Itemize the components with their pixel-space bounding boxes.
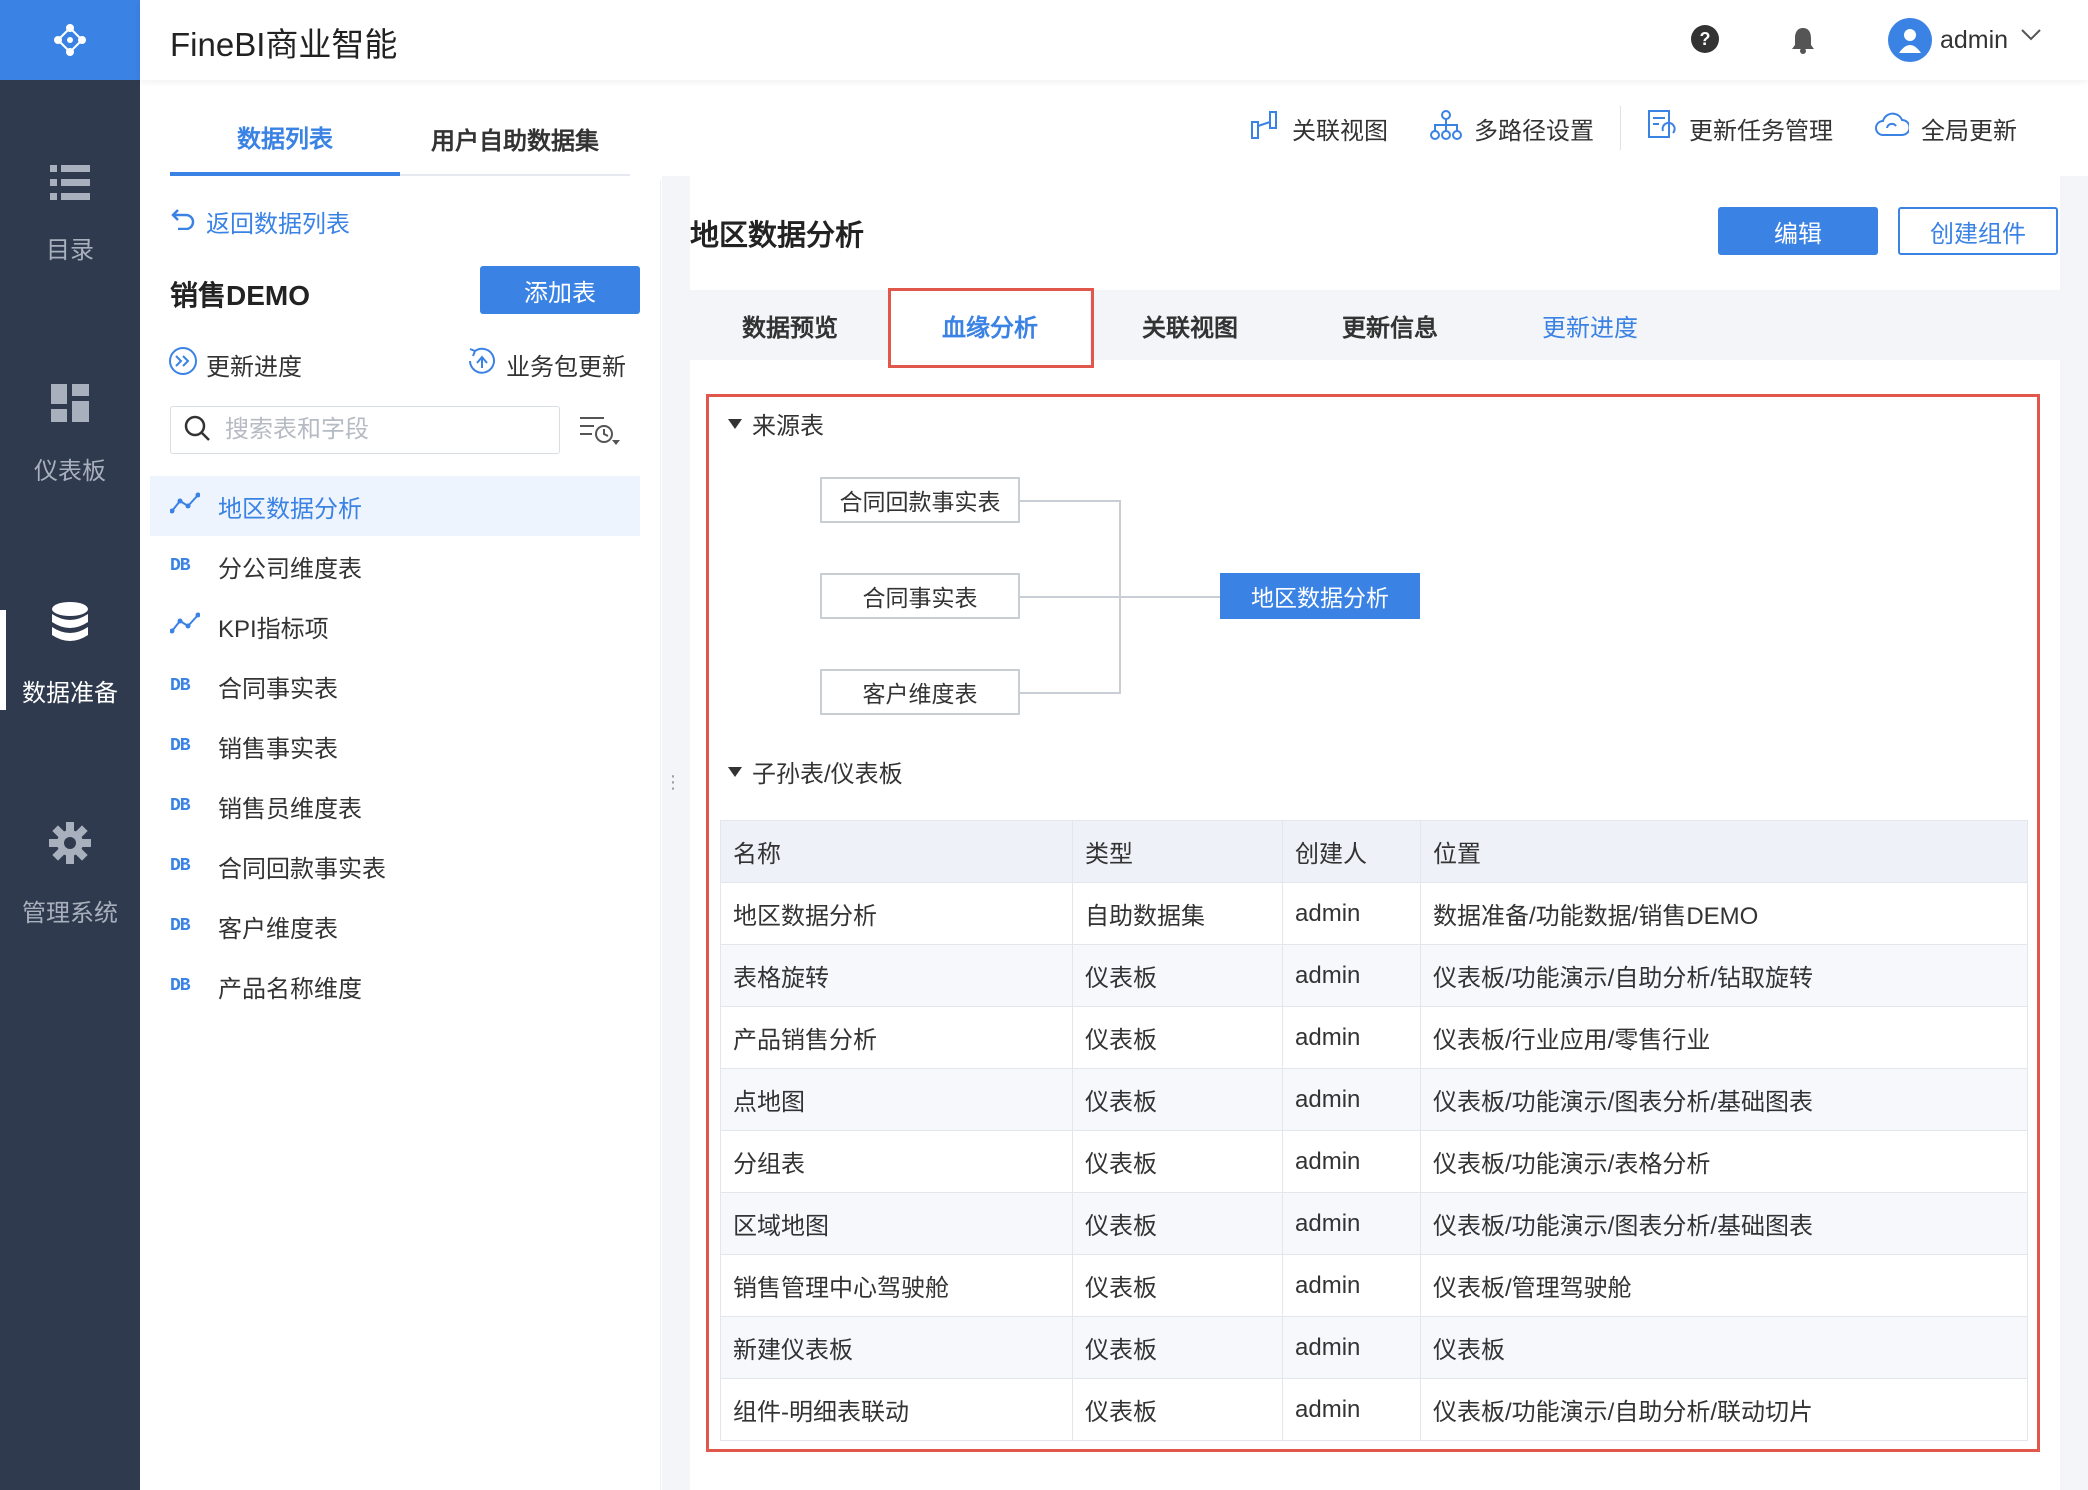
- add-table-button[interactable]: 添加表: [480, 266, 640, 314]
- table-list-label: 产品名称维度: [218, 975, 362, 1003]
- db-table-icon: DB: [170, 916, 191, 936]
- tab-data-list[interactable]: 数据列表: [170, 100, 400, 176]
- table-list-item[interactable]: DB 客户维度表: [150, 896, 640, 956]
- top-actions: 关联视图 多路径设置 更新任务管理 全局更新: [1250, 106, 2059, 150]
- table-list-item[interactable]: DB 产品名称维度: [150, 956, 640, 1016]
- package-update-link[interactable]: 业务包更新: [466, 346, 626, 383]
- search-input[interactable]: [225, 416, 545, 444]
- tab-update-info[interactable]: 更新信息: [1290, 290, 1490, 360]
- page-title: 地区数据分析: [690, 220, 865, 252]
- multi-path-label: 多路径设置: [1474, 117, 1594, 145]
- table-list-label: 销售事实表: [218, 735, 338, 763]
- table-list-item[interactable]: DB 分公司维度表: [150, 536, 640, 596]
- update-task-button[interactable]: 更新任务管理: [1647, 109, 1833, 148]
- update-progress-label: 更新进度: [206, 354, 302, 381]
- db-table-icon: DB: [170, 676, 191, 696]
- search-field[interactable]: [170, 406, 560, 454]
- update-task-label: 更新任务管理: [1689, 117, 1833, 145]
- db-table-icon: DB: [170, 556, 191, 576]
- back-link[interactable]: 返回数据列表: [170, 204, 350, 239]
- table-list-item[interactable]: DB 销售事实表: [150, 716, 640, 776]
- cloud-refresh-icon: [1875, 111, 1911, 146]
- nav-item-label: 目录: [46, 237, 94, 264]
- help-icon[interactable]: ?: [1690, 24, 1720, 59]
- list-icon: [50, 165, 90, 208]
- tab-update-progress[interactable]: 更新进度: [1490, 290, 1690, 360]
- package-title: 销售DEMO: [170, 280, 311, 311]
- db-table-icon: DB: [170, 976, 191, 996]
- tab-relation-view[interactable]: 关联视图: [1090, 290, 1290, 360]
- filter-history-icon[interactable]: [578, 414, 622, 453]
- table-list-item[interactable]: DB 销售员维度表: [150, 776, 640, 836]
- gear-icon: [49, 822, 91, 871]
- db-table-icon: DB: [170, 856, 191, 876]
- main-nav: 目录 仪表板 数据准备 管理系统: [0, 0, 140, 1490]
- table-list-label: 合同事实表: [218, 675, 338, 703]
- self-service-dataset-icon: [169, 612, 201, 641]
- tab-data-preview[interactable]: 数据预览: [690, 290, 890, 360]
- relation-view-icon: [1250, 110, 1280, 147]
- logo-icon[interactable]: [0, 0, 140, 80]
- nav-item-dashboard[interactable]: 仪表板: [0, 335, 140, 535]
- table-list-label: 地区数据分析: [218, 495, 362, 523]
- left-tabs: 数据列表 用户自助数据集: [170, 100, 630, 176]
- panel-divider: [660, 180, 661, 1490]
- database-icon: [50, 602, 90, 651]
- table-list: 地区数据分析 DB 分公司维度表 KPI指标项 DB 合同事实表 DB 销售事实表 DB 销售员维…: [150, 476, 640, 1016]
- chevron-down-icon[interactable]: [2020, 28, 2042, 47]
- nav-active-indicator: [0, 610, 6, 710]
- svg-text:?: ?: [1700, 29, 1711, 49]
- update-progress-link[interactable]: 更新进度: [168, 346, 302, 383]
- bell-icon[interactable]: [1790, 26, 1816, 59]
- nav-item-label: 数据准备: [22, 680, 118, 707]
- progress-icon: [168, 346, 198, 383]
- table-list-label: 分公司维度表: [218, 555, 362, 583]
- user-name[interactable]: admin: [1940, 26, 2008, 55]
- table-list-label: 客户维度表: [218, 915, 338, 943]
- back-link-label: 返回数据列表: [206, 211, 350, 238]
- task-refresh-icon: [1647, 109, 1677, 148]
- table-list-item[interactable]: DB 合同事实表: [150, 656, 640, 716]
- global-update-label: 全局更新: [1921, 117, 2017, 145]
- top-header: FineBI商业智能 ? admin: [140, 0, 2088, 80]
- app-title: FineBI商业智能: [170, 26, 398, 63]
- self-service-dataset-icon: [169, 492, 201, 521]
- table-list-label: 合同回款事实表: [218, 855, 386, 883]
- highlight-box-tab: [888, 288, 1094, 368]
- edit-button[interactable]: 编辑: [1718, 207, 1878, 255]
- search-icon: [183, 414, 211, 447]
- create-component-button[interactable]: 创建组件: [1898, 207, 2058, 255]
- relation-view-label: 关联视图: [1292, 117, 1388, 145]
- table-list-label: 销售员维度表: [218, 795, 362, 823]
- db-table-icon: DB: [170, 736, 191, 756]
- toolbar-divider: [1620, 106, 1621, 150]
- multi-path-button[interactable]: 多路径设置: [1430, 109, 1594, 147]
- nav-item-catalog[interactable]: 目录: [0, 115, 140, 315]
- package-update-label: 业务包更新: [506, 354, 626, 381]
- nav-item-data-prep[interactable]: 数据准备: [0, 555, 140, 755]
- hierarchy-icon: [1430, 109, 1462, 147]
- nav-item-label: 仪表板: [34, 458, 106, 485]
- nav-item-label: 管理系统: [22, 900, 118, 927]
- table-list-item[interactable]: DB 合同回款事实表: [150, 836, 640, 896]
- back-arrow-icon: [170, 206, 196, 237]
- table-list-item[interactable]: KPI指标项: [150, 596, 640, 656]
- avatar[interactable]: [1888, 18, 1932, 62]
- refresh-upload-icon: [466, 346, 498, 383]
- nav-item-admin[interactable]: 管理系统: [0, 775, 140, 975]
- table-list-item[interactable]: 地区数据分析: [150, 476, 640, 536]
- relation-view-button[interactable]: 关联视图: [1250, 110, 1388, 147]
- highlight-box-lineage: [706, 394, 2040, 1452]
- dashboard-icon: [51, 384, 89, 429]
- tab-self-service-datasets[interactable]: 用户自助数据集: [400, 100, 630, 176]
- global-update-button[interactable]: 全局更新: [1875, 111, 2017, 146]
- table-list-label: KPI指标项: [218, 615, 329, 643]
- db-table-icon: DB: [170, 796, 191, 816]
